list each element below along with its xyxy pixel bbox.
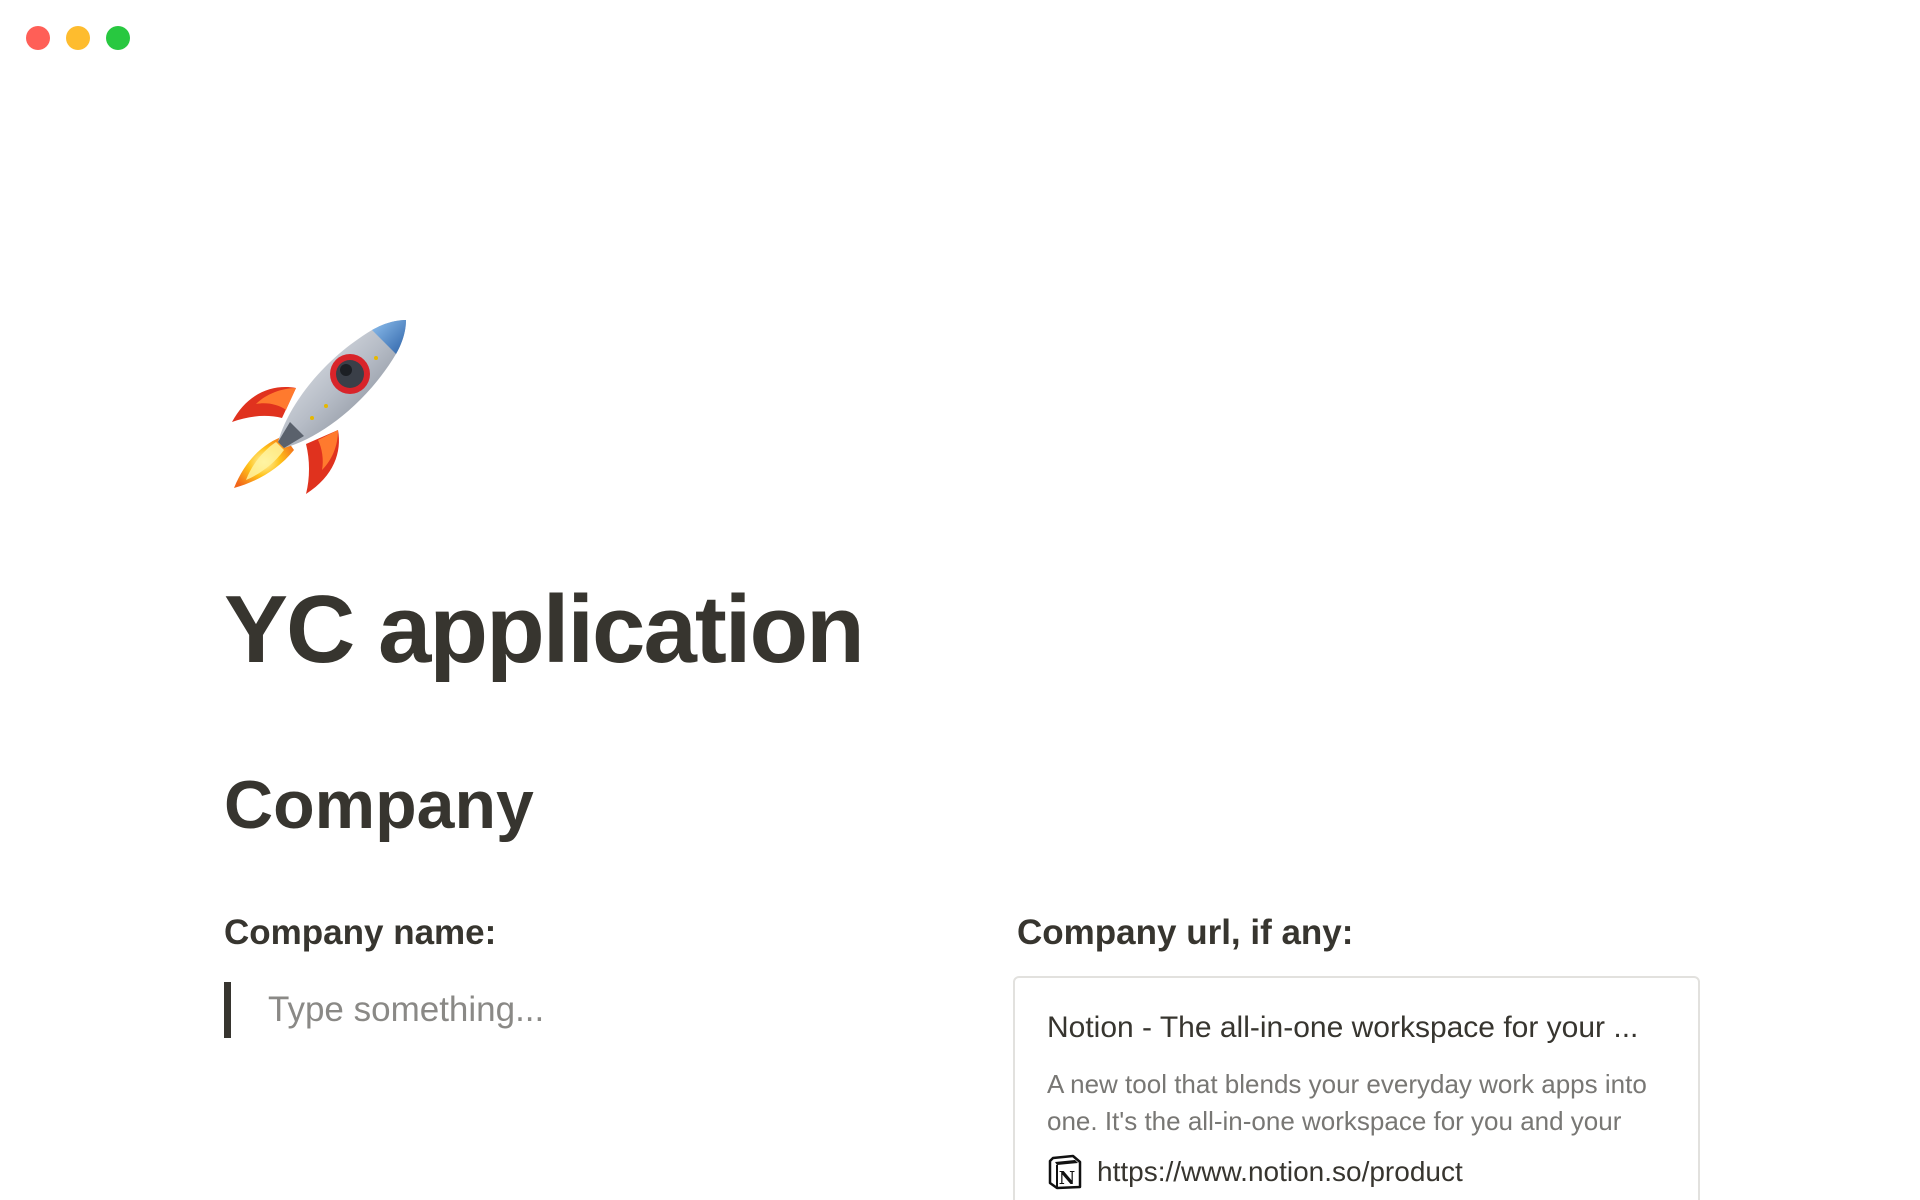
company-url-label: Company url, if any: [1017,913,1354,952]
close-window-button[interactable] [26,26,50,50]
page-title[interactable]: YC application [224,575,865,685]
bookmark-url-row: N https://www.notion.so/product [1047,1154,1666,1190]
bookmark-title: Notion - The all-in-one workspace for yo… [1047,1011,1639,1044]
bookmark-description: A new tool that blends your everyday wor… [1047,1069,1647,1136]
rocket-icon[interactable] [226,318,410,494]
window-controls [26,26,130,50]
svg-text:N: N [1059,1168,1075,1189]
company-name-quote-block [224,982,924,1038]
company-url-bookmark[interactable]: Notion - The all-in-one workspace for yo… [1013,976,1700,1200]
section-heading-company[interactable]: Company [224,765,534,845]
maximize-window-button[interactable] [106,26,130,50]
company-name-label: Company name: [224,913,497,952]
company-name-input[interactable] [268,990,868,1030]
bookmark-url[interactable]: https://www.notion.so/product [1097,1154,1463,1190]
minimize-window-button[interactable] [66,26,90,50]
notion-logo-icon: N [1047,1154,1083,1190]
